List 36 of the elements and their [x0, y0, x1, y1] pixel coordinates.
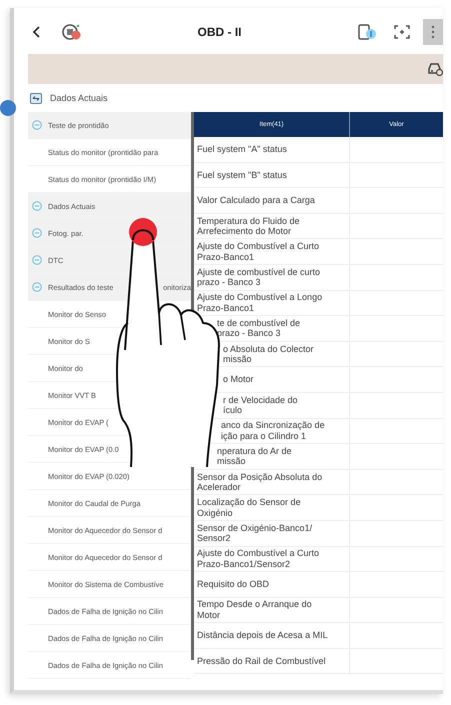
- focus-frame-icon[interactable]: [393, 24, 411, 40]
- table-cell-text: Ajuste do Combustível a Curto Prazo-Banco1: [197, 241, 320, 262]
- table-cell-text: Ajuste do Combustível a Curto Prazo-Banco1/Sensor2: [197, 548, 320, 570]
- collapse-icon[interactable]: [32, 120, 42, 130]
- memory-card-icon[interactable]: [357, 23, 377, 41]
- collapse-icon[interactable]: [32, 255, 42, 265]
- table-cell-text: Sensor de Oxigénio-Banco1/ Sensor2: [197, 522, 314, 544]
- table-cell-text: Ajuste de combustível de curto prazo - Banco 3: [197, 266, 322, 288]
- breadcrumb-label: Dados Actuais: [50, 93, 108, 103]
- table-cell: Fuel system "A" status: [197, 144, 287, 155]
- table-cell: anco da Sincronização de ição para o Cilindro 1: [221, 420, 325, 442]
- car-icon[interactable]: [427, 62, 443, 76]
- table-cell-text: Localização do Sensor de Oxigénio: [197, 497, 302, 518]
- table-cell-text: Tempo Desde o Arranque do Motor: [197, 599, 313, 620]
- table-cell: o Absoluta do Colector missão: [223, 344, 314, 365]
- screen-title: OBD - II: [196, 25, 242, 39]
- table-cell: r de Velocidade do ículo: [223, 394, 298, 416]
- table-cell: o Motor: [223, 374, 254, 385]
- collapse-icon[interactable]: [32, 201, 42, 211]
- table-cell-text: Sensor da Posição Absoluta do Acelerador: [197, 472, 324, 493]
- table-cell-text: Ajuste do Combustível a Longo Prazo-Banco1: [197, 292, 324, 314]
- collapse-icon[interactable]: [32, 282, 42, 292]
- vertical-dots-icon: [431, 25, 435, 39]
- table-cell: Valor Calculado para a Carga: [197, 195, 315, 206]
- table-cell: Requisito do OBD: [197, 579, 270, 590]
- data-stream-icon: [30, 92, 42, 104]
- collapse-icon[interactable]: [32, 228, 42, 238]
- diagnostic-device-icon[interactable]: [62, 23, 82, 41]
- back-chevron-icon: [32, 26, 42, 38]
- marker-dot: [0, 100, 16, 116]
- table-cell: Fuel system "B" status: [197, 170, 287, 180]
- table-cell: Distância depois de Acesa a MIL: [197, 630, 328, 641]
- table-cell: nperatura do Ar de missão: [217, 446, 292, 467]
- table-cell-text: Temperatura do Fluido de Arrefecimento do Motor: [197, 216, 301, 237]
- table-cell: Pressão do Rail de Combustível: [197, 656, 326, 666]
- more-menu-button[interactable]: [423, 19, 443, 45]
